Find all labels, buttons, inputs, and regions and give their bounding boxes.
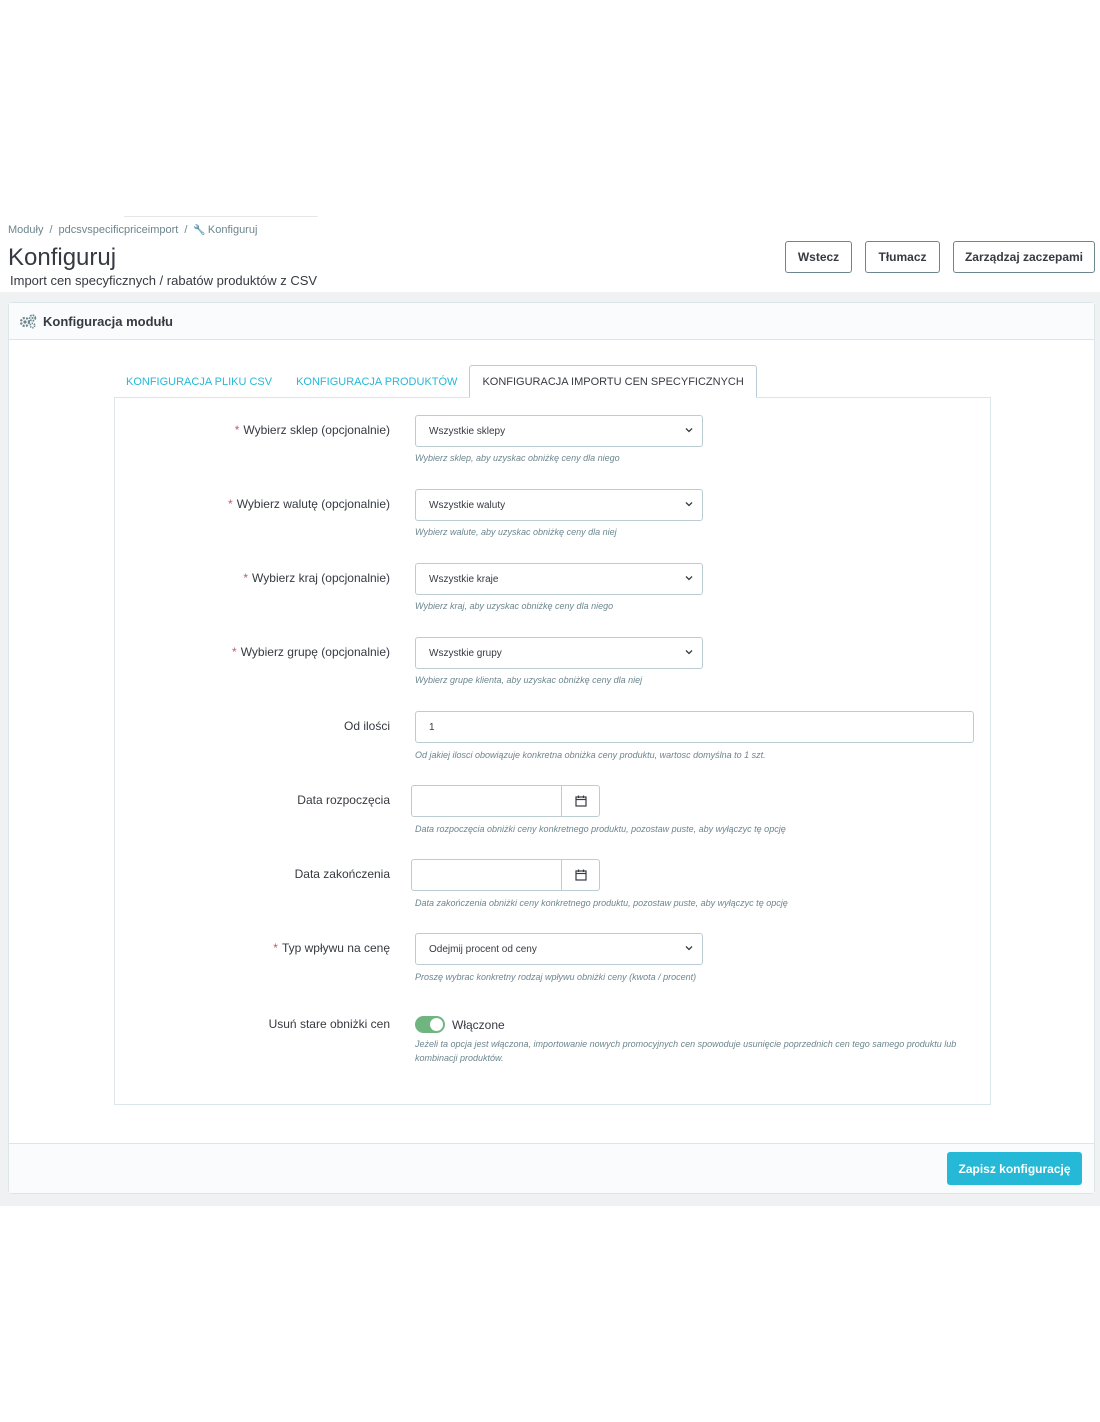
form-row-currency: * Wybierz walutę (opcjonalnie) Wszystkie … [115,489,990,549]
reduction-type-help: Proszę wybrac konkretny rodzaj wpływu ob… [415,972,697,982]
shop-label: * Wybierz sklep (opcjonalnie) [90,423,390,437]
reduction-type-label: * Typ wpływu na cenę [90,941,390,955]
save-config-button[interactable]: Zapisz konfigurację [947,1152,1082,1185]
date-from-calendar-button[interactable] [561,786,599,816]
gears-icon [19,314,37,329]
tab-content: * Wybierz sklep (opcjonalnie) Wszystkie s… [114,397,991,1105]
form-row-date-to: Data zakończenia Data zakończenia obniżk… [115,859,990,919]
top-frame-divider [124,216,318,217]
form-row-country: * Wybierz kraj (opcjonalnie) Wszystkie kr… [115,563,990,623]
tab-products-config[interactable]: KONFIGURACJA PRODUKTÓW [284,365,469,398]
module-config-panel: Konfiguracja modułu KONFIGURACJA PLIKU C… [8,302,1095,1194]
date-from-picker [411,785,600,817]
quantity-value: 1 [429,721,435,733]
currency-select[interactable]: Wszystkie waluty [415,489,703,521]
page-subtitle: Import cen specyficznych / rabatów produ… [10,273,318,288]
wrench-icon: 🔧 [193,224,206,236]
chevron-down-icon [685,946,693,951]
group-select[interactable]: Wszystkie grupy [415,637,703,669]
country-label: * Wybierz kraj (opcjonalnie) [90,571,390,585]
form-row-delete-old: Usuń stare obniżki cen Włączone Jeżeli t… [115,1007,990,1087]
date-to-picker [411,859,600,891]
country-help: Wybierz kraj, aby uzyskac obniżkę ceny d… [415,601,614,611]
date-to-calendar-button[interactable] [561,860,599,890]
panel-title: Konfiguracja modułu [43,313,173,329]
quantity-input[interactable]: 1 [415,711,974,743]
required-mark: * [243,571,249,585]
toggle-knob [430,1018,443,1031]
breadcrumb-separator: / [184,224,188,236]
group-select-value: Wszystkie grupy [429,647,502,659]
calendar-icon [574,795,587,807]
date-from-input[interactable] [412,786,562,816]
required-mark: * [228,497,233,511]
group-label-text: Wybierz grupę (opcjonalnie) [240,645,390,659]
date-to-label: Data zakończenia [294,867,390,881]
country-select-value: Wszystkie kraje [429,573,499,585]
reduction-type-label-text: Typ wpływu na cenę [281,941,390,955]
reduction-type-select-value: Odejmij procent od ceny [429,943,537,955]
group-label: * Wybierz grupę (opcjonalnie) [90,645,390,659]
date-from-label: Data rozpoczęcia [297,793,390,807]
country-select[interactable]: Wszystkie kraje [415,563,703,595]
form-row-reduction-type: * Typ wpływu na cenę Odejmij procent od c… [115,933,990,993]
date-from-help: Data rozpoczęcia obniżki ceny konkretneg… [415,824,786,834]
date-to-help: Data zakończenia obniżki ceny konkretneg… [415,898,788,908]
shop-select-value: Wszystkie sklepy [429,425,506,437]
form-row-group: * Wybierz grupę (opcjonalnie) Wszystkie g… [115,637,990,697]
delete-old-label: Usuń stare obniżki cen [268,1017,390,1031]
page-title: Konfiguruj [8,244,117,271]
tab-specific-price-import-config[interactable]: KONFIGURACJA IMPORTU CEN SPECYFICZNYCH [469,365,757,398]
required-mark: * [232,645,237,659]
breadcrumb-item-modules[interactable]: Moduły [8,224,43,236]
currency-help: Wybierz walute, aby uzyskac obniżkę ceny… [415,527,617,537]
shop-label-text: Wybierz sklep (opcjonalnie) [243,423,390,437]
translate-button[interactable]: Tłumacz [865,241,940,273]
tab-csv-file-config[interactable]: KONFIGURACJA PLIKU CSV [114,365,284,398]
calendar-icon [574,869,587,881]
form-row-quantity: Od ilości 1 Od jakiej ilosci obowiązuje … [115,711,990,771]
breadcrumb-separator: / [49,224,53,236]
currency-label: * Wybierz walutę (opcjonalnie) [90,497,390,511]
quantity-label: Od ilości [343,719,390,733]
delete-old-help: Jeżeli ta opcja jest włączona, importowa… [415,1039,957,1063]
chevron-down-icon [685,576,693,581]
chevron-down-icon [685,502,693,507]
config-tabs: KONFIGURACJA PLIKU CSV KONFIGURACJA PROD… [114,365,757,398]
currency-select-value: Wszystkie waluty [429,499,506,511]
delete-old-toggle[interactable] [415,1016,445,1033]
quantity-help: Od jakiej ilosci obowiązuje konkretna ob… [415,750,766,760]
date-to-input[interactable] [412,860,562,890]
group-help: Wybierz grupe klienta, aby uzyskac obniż… [415,675,643,685]
manage-hooks-button[interactable]: Zarządzaj zaczepami [953,241,1095,273]
chevron-down-icon [685,428,693,433]
shop-help: Wybierz sklep, aby uzyskac obniżkę ceny … [415,453,620,463]
shop-select[interactable]: Wszystkie sklepy [415,415,703,447]
form-row-date-from: Data rozpoczęcia Data rozpoczęcia obniżk… [115,785,990,845]
breadcrumb-item-configure-label: Konfiguruj [207,224,258,236]
panel-footer: Zapisz konfigurację [9,1143,1094,1193]
breadcrumb: Moduły / pdcsvspecificpriceimport / 🔧 Ko… [8,224,257,236]
breadcrumb-item-configure: 🔧 Konfiguruj [193,224,257,236]
required-mark: * [273,941,278,955]
panel-header: Konfiguracja modułu [9,303,1094,340]
breadcrumb-item-module[interactable]: pdcsvspecificpriceimport [59,224,179,236]
delete-old-state-label: Włączone [452,1018,505,1032]
country-label-text: Wybierz kraj (opcjonalnie) [252,571,390,585]
form-row-shop: * Wybierz sklep (opcjonalnie) Wszystkie s… [115,415,990,475]
reduction-type-select[interactable]: Odejmij procent od ceny [415,933,703,965]
required-mark: * [234,423,240,437]
chevron-down-icon [685,650,693,655]
currency-label-text: Wybierz walutę (opcjonalnie) [236,497,390,511]
back-button[interactable]: Wstecz [785,241,852,273]
